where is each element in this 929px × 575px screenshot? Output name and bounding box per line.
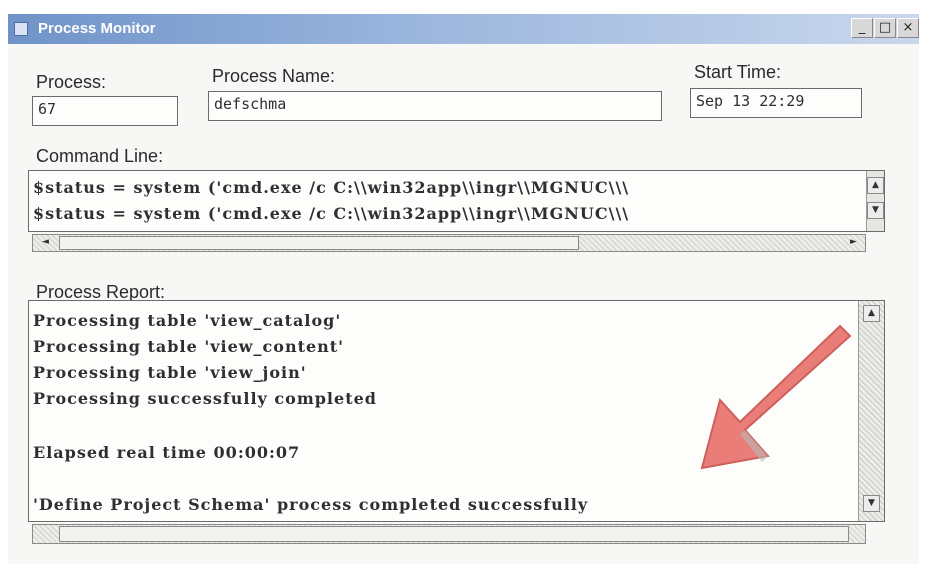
command-line-label: Command Line: (36, 146, 164, 166)
command-vertical-scrollbar[interactable]: ▲ ▼ (866, 171, 884, 231)
scroll-left-icon[interactable]: ◄ (37, 235, 54, 251)
report-line: Elapsed real time 00:00:07 (33, 443, 301, 462)
scroll-down-icon[interactable]: ▼ (867, 202, 884, 219)
scroll-down-icon[interactable]: ▼ (863, 495, 880, 512)
report-line: Processing table 'view_join' (33, 363, 307, 382)
red-arrow-icon (700, 324, 852, 470)
window-title: Process Monitor (38, 20, 156, 37)
close-button[interactable]: × (897, 18, 919, 38)
command-line-box[interactable]: $status = system ('cmd.exe /c C:\\win32a… (28, 170, 885, 232)
report-line: Processing table 'view_content' (33, 337, 345, 356)
title-bar[interactable]: Process Monitor _ □ × (8, 14, 919, 44)
command-line-text: $status = system ('cmd.exe /c C:\\win32a… (33, 178, 630, 197)
restore-button[interactable]: □ (874, 18, 896, 38)
command-horizontal-scrollbar[interactable]: ◄ ► (32, 234, 866, 252)
report-vertical-scrollbar[interactable]: ▲ ▼ (858, 301, 884, 521)
horizontal-scroll-thumb[interactable] (59, 236, 579, 250)
process-name-field[interactable]: defschma (208, 91, 662, 121)
minimize-button[interactable]: _ (851, 18, 873, 38)
report-line: Processing table 'view_catalog' (33, 311, 342, 330)
process-field[interactable]: 67 (32, 96, 178, 126)
horizontal-scroll-thumb[interactable] (59, 526, 849, 542)
scroll-right-icon[interactable]: ► (845, 235, 862, 251)
report-horizontal-scrollbar[interactable] (32, 524, 866, 544)
start-time-label: Start Time: (694, 62, 782, 82)
scroll-up-icon[interactable]: ▲ (863, 305, 880, 322)
start-time-field[interactable]: Sep 13 22:29 (690, 88, 862, 118)
scroll-up-icon[interactable]: ▲ (867, 177, 884, 194)
process-name-label: Process Name: (212, 66, 336, 86)
command-line-text: $status = system ('cmd.exe /c C:\\win32a… (33, 204, 630, 223)
report-line: Processing successfully completed (33, 389, 377, 408)
app-icon (14, 22, 28, 36)
report-line: 'Define Project Schema' process complete… (33, 495, 589, 514)
process-label: Process: (36, 72, 107, 92)
